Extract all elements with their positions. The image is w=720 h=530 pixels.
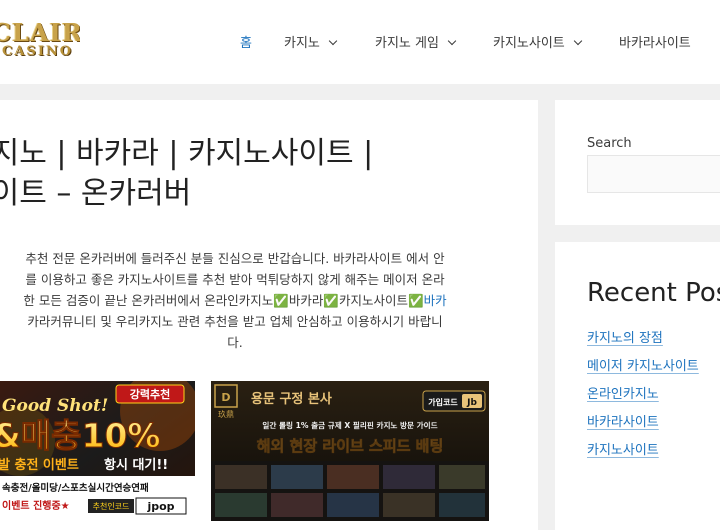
site-logo[interactable]: CLAIRE CASINO [0,18,80,64]
recent-post-link[interactable]: 메이저 카지노사이트 [587,355,699,374]
chevron-down-icon [447,36,457,46]
check-icon: ✅ [273,293,289,308]
main-content: 카지노 | 바카라 | 카지노사이트 | 사이트 – 온카러버 추천 전문 온카… [0,100,538,530]
promo-banner-1-badge: 강력추천 [130,387,170,401]
intro-line2: 를 이용하고 좋은 카지노사이트를 추천 받아 먹튀당하지 않게 해주는 메이저… [25,272,445,287]
logo-subtext: CASINO [2,44,74,59]
promo-banner-2-sub: 일간 롤링 1% 출금 규제 X 필리핀 카지노 방문 가이드 [262,420,437,430]
promo-banner-1-row1b: 항시 대기!! [104,457,168,473]
sidebar-search-widget: Search [555,100,720,225]
chevron-down-icon [573,36,583,46]
promo-banner-1-code-label: 추천인코드 [93,501,130,511]
recent-post-link[interactable]: 바카라사이트 [587,411,659,430]
nav-casino-games[interactable]: 카지노 게임 [375,32,457,51]
check-icon: ✅ [323,293,339,308]
promo-banner-1-headline: Good Shot! [2,396,108,416]
search-label: Search [587,136,632,151]
nav-home[interactable]: 홈 [240,32,252,51]
promo-banner-1-code: jpop [146,500,174,513]
promo-banner-2-art: D 玖鼎 용문 구정 본사 가입코드 Jb 일간 롤링 1% 출금 규제 X 필… [211,381,489,521]
intro-baccarat-text: 바카라 [288,293,324,308]
nav-casino[interactable]: 카지노 [284,32,338,51]
page-title-line1: 카지노 | 바카라 | 카지노사이트 | [0,136,374,171]
intro-line4: 카라커뮤니티 및 우리카지노 관련 추천을 받고 업체 안심하고 이용하시기 바… [27,314,443,329]
sidebar-recent-posts-widget: Recent Pos 카지노의 장점 메이저 카지노사이트 온라인카지노 바카라… [555,242,720,530]
promo-banner-2-brand: 玖鼎 [218,409,234,419]
check-icon: ✅ [407,293,424,308]
page-title-line2: 사이트 – 온카러버 [0,176,192,211]
promo-banner-2-code: Jb [466,398,477,408]
nav-baccarat-sites[interactable]: 바카라사이트 [619,32,691,51]
page-title: 카지노 | 바카라 | 카지노사이트 | 사이트 – 온카러버 [0,134,524,214]
nav-casino-sites[interactable]: 카지노사이트 [493,32,583,51]
nav-casino-sites-label: 카지노사이트 [493,36,565,51]
promo-banner-2-code-label: 가입코드 [428,397,458,407]
promo-banner-2-headline: 용문 구정 본사 [251,391,332,407]
chevron-down-icon [328,36,338,46]
promo-banner-1-art: 강력추천 Good Shot! &매충10% 발 충전 이벤트 항시 대기!! … [0,381,195,521]
logo-text: CLAIRE [0,18,80,47]
intro-line3: 한 모든 검증이 끝난 온카러버에서 온라인카지노✅바카라✅카지노사이트✅바카 [0,290,496,311]
promo-banner-2[interactable]: D 玖鼎 용문 구정 본사 가입코드 Jb 일간 롤링 1% 출금 규제 X 필… [211,381,489,521]
nav-casino-label: 카지노 [284,36,320,51]
recent-posts-title: Recent Pos [587,278,720,308]
recent-post-link[interactable]: 카지노의 장점 [587,327,663,346]
promo-banner-1[interactable]: 강력추천 Good Shot! &매충10% 발 충전 이벤트 항시 대기!! … [0,381,195,521]
recent-post-link[interactable]: 온라인카지노 [587,383,659,402]
nav-home-label: 홈 [240,36,252,51]
promo-banner-2-big-text: 해외 현장 라이브 스피드 배팅 [257,437,444,455]
nav-casino-games-label: 카지노 게임 [375,36,439,51]
nav-baccarat-sites-label: 바카라사이트 [619,36,691,51]
recent-post-link[interactable]: 카지노사이트 [587,439,659,458]
promo-banner-1-row2: 속충전/올미당/스포츠실시간연승연패 [2,482,149,494]
intro-casino-site-text: 카지노사이트 [338,293,408,308]
promo-banner-1-row3: 이벤트 진행중★ [2,499,70,512]
intro-line5: 다. [227,335,243,350]
site-header: CLAIRE CASINO 홈 카지노 카지노 게임 카지노사이트 바카라사이트 [0,0,720,84]
intro-paragraph: 추천 전문 온카러버에 들러주신 분들 진심으로 반갑습니다. 바카라사이트 에… [0,248,496,353]
promo-banner-1-row1: 발 충전 이벤트 [0,457,79,473]
intro-line1: 추천 전문 온카러버에 들러주신 분들 진심으로 반갑습니다. 바카라사이트 에… [25,251,445,266]
search-input[interactable] [587,155,720,193]
intro-line3-text: 한 모든 검증이 끝난 온카러버에서 온라인카지노 [23,293,274,308]
promo-banner-2-brand-mark: D [221,391,230,404]
promo-banner-1-big-text: &매충10% [0,416,161,455]
intro-baccarat-link[interactable]: 바카 [424,293,447,308]
